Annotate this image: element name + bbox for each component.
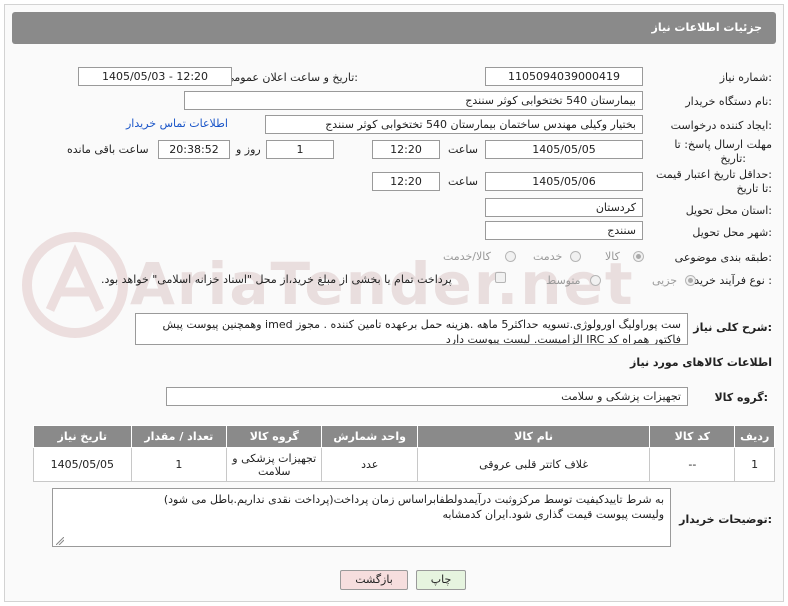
resize-grip-icon[interactable] bbox=[56, 537, 64, 545]
buyer-notes-label: توضیحات خریدار: bbox=[679, 513, 772, 526]
col-row: ردیف bbox=[734, 425, 775, 448]
buyer-org-field: بیمارستان 540 تختخوابی کوثر سنندج bbox=[184, 91, 643, 110]
table-row: 1 -- غلاف کاتتر قلبی عروقی عدد تجهیزات پ… bbox=[33, 447, 775, 482]
announce-label: تاریخ و ساعت اعلان عمومی: bbox=[225, 71, 358, 84]
need-number-label: شماره نیاز: bbox=[719, 71, 772, 84]
days-label: روز و bbox=[236, 143, 261, 156]
col-date: تاریخ نیاز bbox=[33, 425, 132, 448]
deadline-time-label: ساعت bbox=[448, 143, 478, 156]
validity-time-field: 12:20 bbox=[372, 172, 440, 191]
creator-label: ایجاد کننده درخواست: bbox=[670, 119, 772, 132]
header-bar: جزئیات اطلاعات نیاز bbox=[12, 12, 776, 44]
validity-label: حداقل تاریخ اعتبار قیمت: bbox=[656, 168, 772, 181]
col-name: نام کالا bbox=[416, 425, 651, 448]
category-radio-goods-service[interactable] bbox=[505, 251, 516, 262]
back-button[interactable]: بازگشت bbox=[340, 570, 408, 590]
deadline-time-field: 12:20 bbox=[372, 140, 440, 159]
deadline-date-field: 1405/05/05 bbox=[485, 140, 643, 159]
cell-code: -- bbox=[649, 447, 736, 482]
buyer-contact-link[interactable]: اطلاعات تماس خریدار bbox=[126, 117, 228, 130]
purchase-option-medium: متوسط bbox=[546, 274, 581, 287]
remaining-label: ساعت باقی مانده bbox=[67, 143, 149, 156]
page-title: جزئیات اطلاعات نیاز bbox=[651, 21, 763, 34]
cell-unit: عدد bbox=[321, 447, 418, 482]
deadline-label-2: تاریخ: bbox=[720, 152, 746, 165]
goods-group-field: تجهیزات پزشکی و سلامت bbox=[166, 387, 688, 406]
validity-label-2: تا تاریخ: bbox=[736, 182, 772, 195]
goods-group-label: گروه کالا: bbox=[714, 391, 768, 404]
province-field: کردستان bbox=[485, 198, 643, 217]
col-group: گروه کالا bbox=[226, 425, 323, 448]
buyer-notes-line-1: به شرط تاییدکیفیت توسط مرکزوثبت درآیمدول… bbox=[163, 493, 664, 506]
category-radio-goods[interactable] bbox=[633, 251, 644, 262]
treasury-payment-checkbox[interactable] bbox=[495, 272, 506, 283]
category-label: طبقه بندی موضوعی: bbox=[674, 251, 772, 264]
city-field: سنندج bbox=[485, 221, 643, 240]
validity-date-field: 1405/05/06 bbox=[485, 172, 643, 191]
goods-table: ردیف کد کالا نام کالا واحد شمارش گروه کا… bbox=[33, 425, 775, 482]
purchase-type-label: نوع فرآیند خرید : bbox=[694, 274, 772, 287]
need-number-field: 1105094039000419 bbox=[485, 67, 643, 86]
goods-table-header: ردیف کد کالا نام کالا واحد شمارش گروه کا… bbox=[33, 425, 775, 448]
purchase-radio-medium[interactable] bbox=[590, 275, 601, 286]
province-label: استان محل تحویل: bbox=[685, 204, 772, 217]
goods-section-title: اطلاعات کالاهای مورد نیاز bbox=[630, 356, 772, 369]
buyer-notes-text: به شرط تاییدکیفیت توسط مرکزوثبت درآیمدول… bbox=[52, 488, 671, 547]
category-option-service: خدمت bbox=[533, 250, 563, 263]
cell-name: غلاف کاتتر قلبی عروقی bbox=[416, 447, 651, 482]
purchase-option-minor: جزیی bbox=[652, 274, 678, 287]
purchase-radio-minor[interactable] bbox=[685, 275, 696, 286]
days-field: 1 bbox=[266, 140, 334, 159]
cell-qty: 1 bbox=[130, 447, 228, 482]
remaining-time-field: 20:38:52 bbox=[158, 140, 230, 159]
col-unit: واحد شمارش bbox=[321, 425, 418, 448]
category-option-goods: کالا bbox=[605, 250, 620, 263]
creator-field: بختیار وکیلی مهندس ساختمان بیمارستان 540… bbox=[265, 115, 643, 134]
cell-date: 1405/05/05 bbox=[33, 447, 132, 482]
buyer-notes-line-2: ولیست پیوست قیمت گذاری شود.ایران کدمشابه bbox=[442, 508, 664, 521]
category-radio-service[interactable] bbox=[570, 251, 581, 262]
validity-time-label: ساعت bbox=[448, 175, 478, 188]
description-label: شرح کلی نیاز: bbox=[693, 321, 772, 334]
cell-group: تجهیزات پزشکی و سلامت bbox=[226, 447, 323, 482]
treasury-payment-note: پرداخت تمام یا بخشی از مبلغ خرید،از محل … bbox=[101, 273, 452, 286]
cell-row: 1 bbox=[734, 447, 775, 482]
category-option-goods-service: کالا/خدمت bbox=[443, 250, 491, 263]
col-code: کد کالا bbox=[649, 425, 736, 448]
col-qty: تعداد / مقدار bbox=[130, 425, 228, 448]
city-label: شهر محل تحویل: bbox=[692, 226, 772, 239]
print-button[interactable]: چاپ bbox=[416, 570, 466, 590]
buyer-org-label: نام دستگاه خریدار: bbox=[685, 95, 772, 108]
deadline-label: مهلت ارسال پاسخ: تا bbox=[674, 138, 772, 151]
description-text: ست پوراولیگ اورولوژی.تسویه حداکثر5 ماهه … bbox=[135, 313, 688, 345]
announce-field: 1405/05/03 - 12:20 bbox=[78, 67, 232, 86]
